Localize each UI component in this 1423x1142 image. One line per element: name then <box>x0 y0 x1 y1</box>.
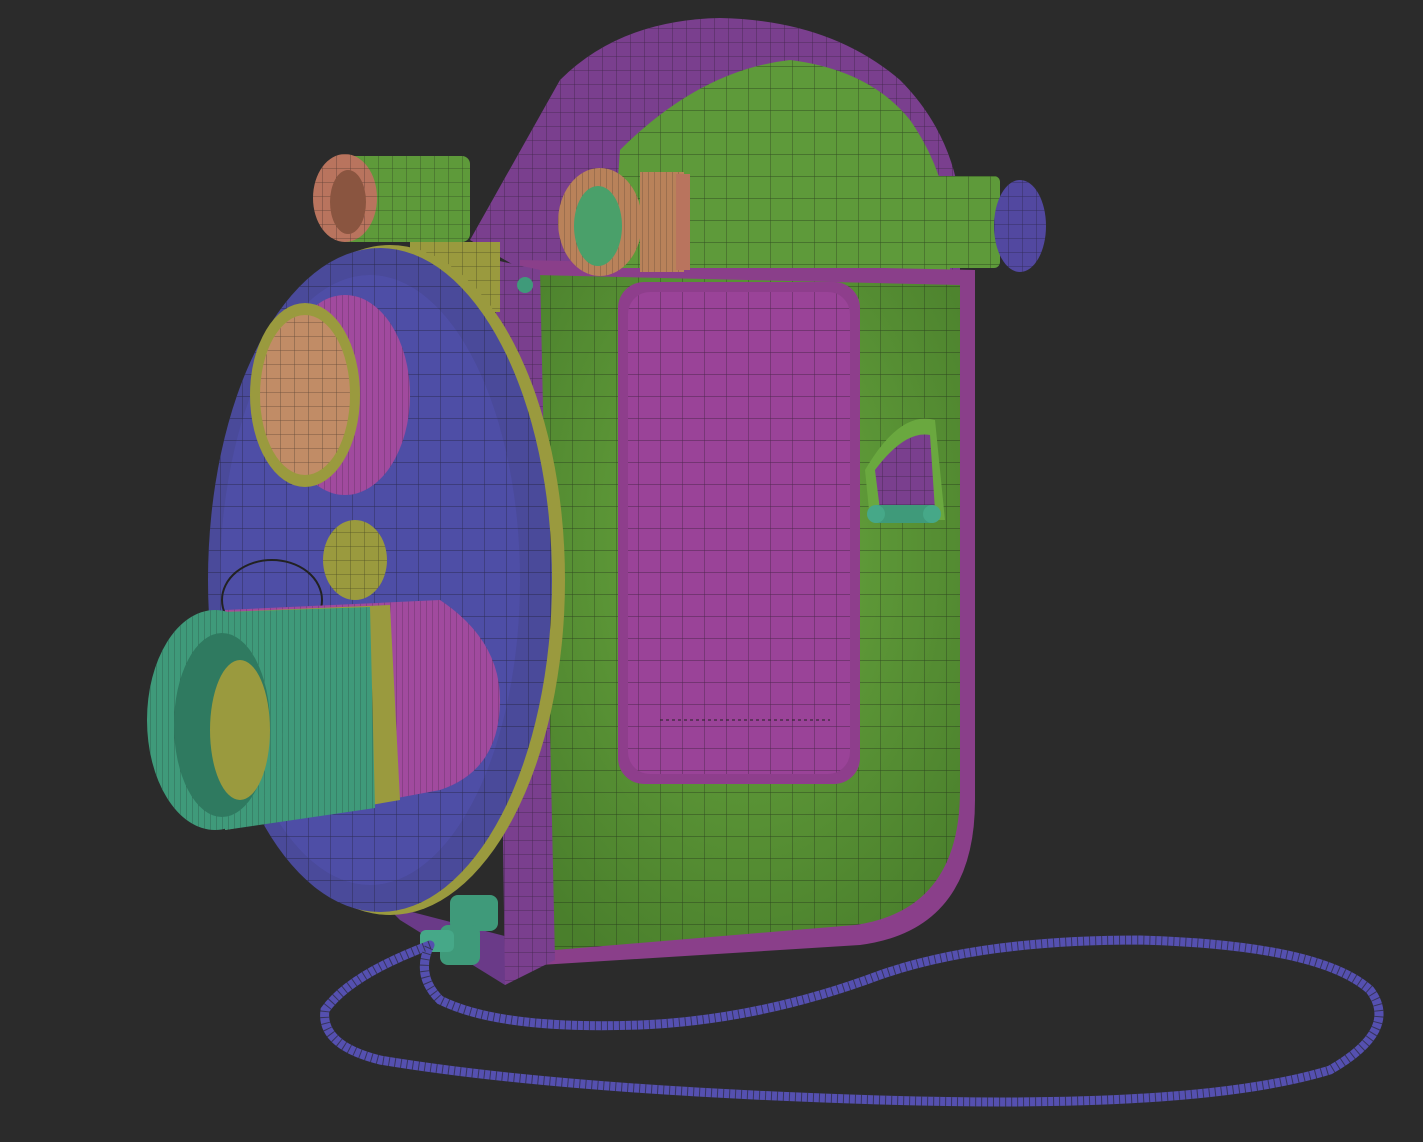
camera-model <box>147 18 1384 1107</box>
viewport[interactable] <box>0 0 1423 1142</box>
upper-lens <box>250 295 410 495</box>
side-door-panel <box>618 282 860 784</box>
top-left-tube <box>313 154 470 242</box>
viewfinder-tube <box>558 168 1046 276</box>
